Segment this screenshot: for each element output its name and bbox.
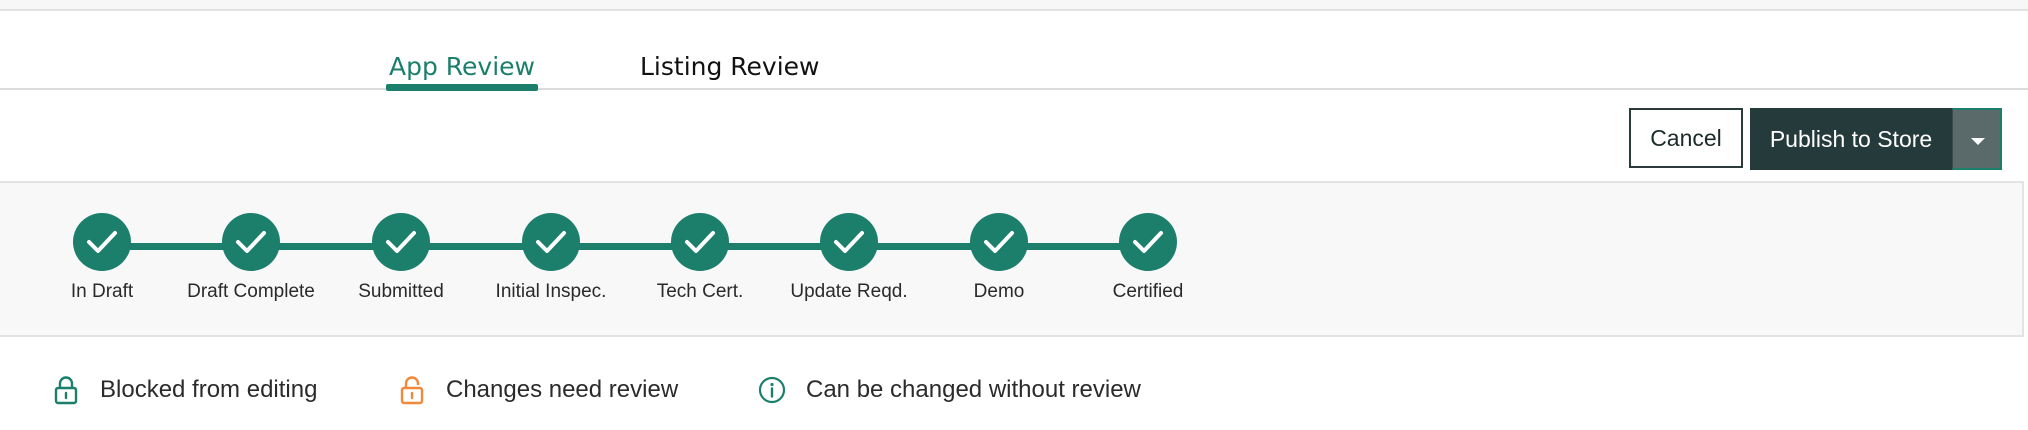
legend-label: Can be changed without review [806,376,1141,403]
check-icon [1119,213,1177,271]
app-review-page: App Review Listing Review Cancel Publish… [0,0,2028,430]
check-icon [671,213,729,271]
check-icon [73,213,131,271]
review-tabs: App Review Listing Review [0,10,2028,91]
review-progress-panel: In Draft Draft Complete Submitted Initia… [0,181,2024,337]
legend-label: Blocked from editing [100,376,318,403]
legend-item-needs-review: Changes need review [398,370,678,410]
legend-label: Changes need review [446,376,679,403]
check-icon [522,213,580,271]
lock-closed-icon [52,374,80,406]
check-icon [372,213,430,271]
chevron-down-icon [1971,138,1985,145]
publish-options-dropdown[interactable] [1952,108,2002,170]
check-icon [222,213,280,271]
tab-listing-review[interactable]: Listing Review [640,46,820,88]
step-certified: Certified [1058,213,1238,303]
info-circle-icon [758,374,786,406]
permission-legend: Blocked from editing Changes need review [0,370,2028,410]
cancel-button[interactable]: Cancel [1629,108,1743,168]
check-icon [820,213,878,271]
legend-item-blocked: Blocked from editing [52,370,317,410]
action-buttons: Cancel Publish to Store [1629,108,2002,170]
tab-app-review[interactable]: App Review [386,46,538,91]
step-label: Certified [1112,281,1184,302]
publish-split-button: Publish to Store [1750,108,2002,170]
check-icon [970,213,1028,271]
legend-item-no-review: Can be changed without review [758,370,1141,410]
lock-open-icon [398,374,426,406]
publish-to-store-button[interactable]: Publish to Store [1750,108,1952,170]
